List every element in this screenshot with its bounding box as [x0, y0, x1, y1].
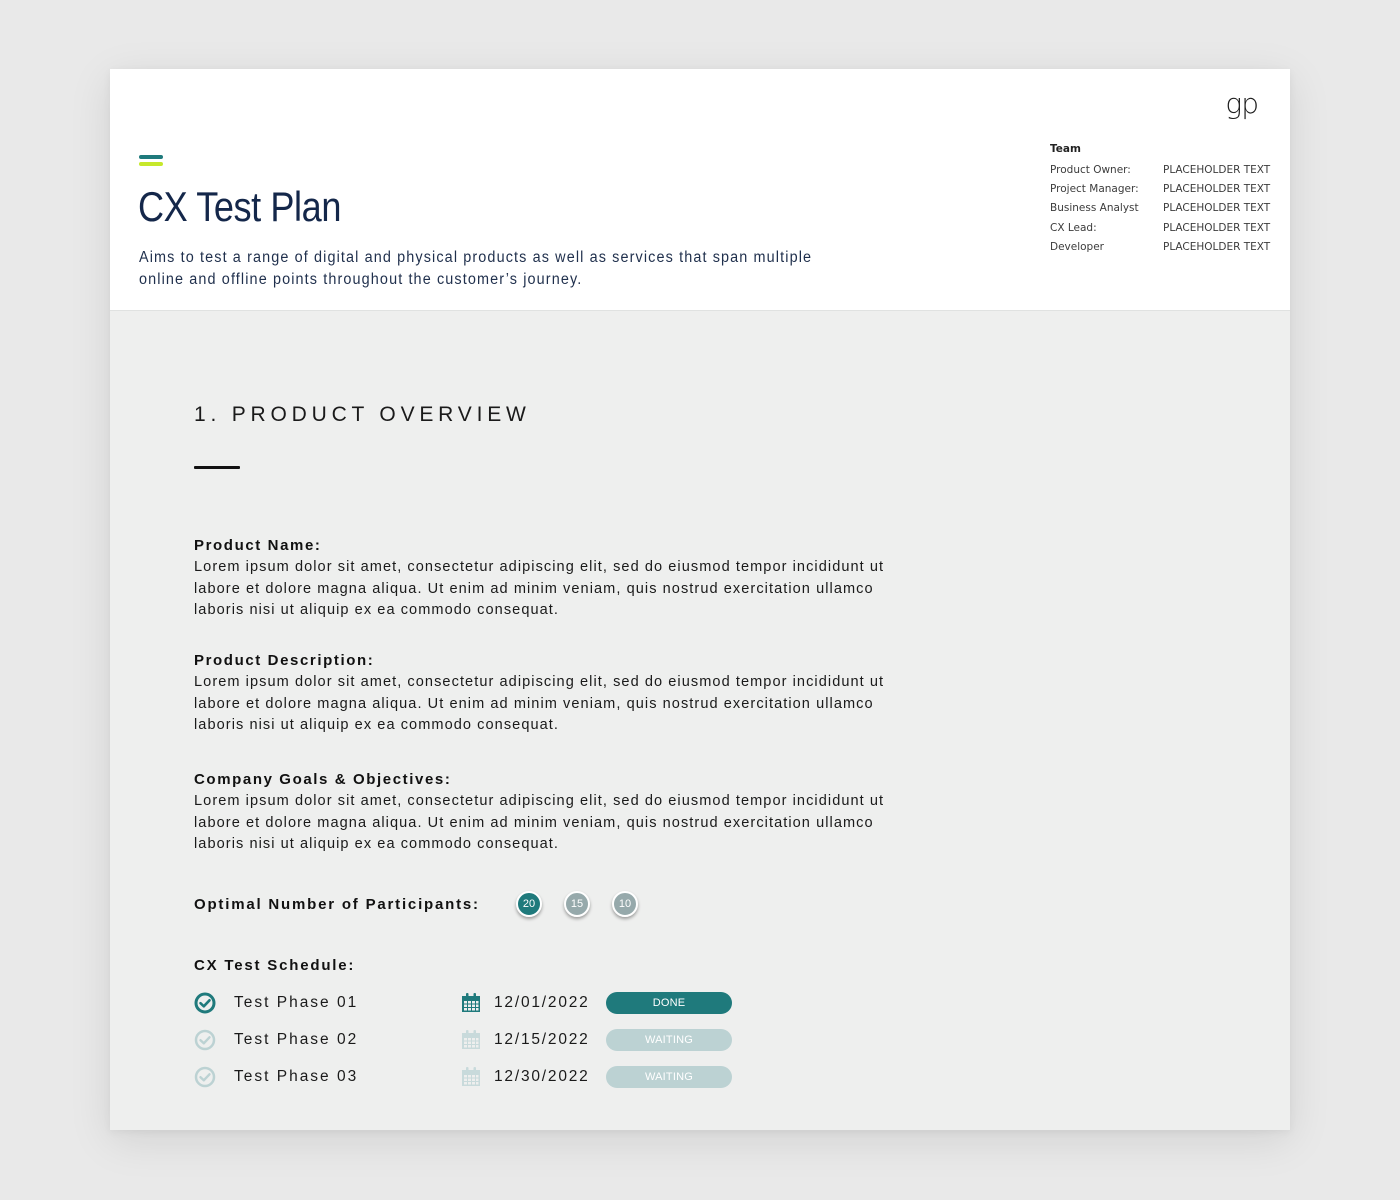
team-row: Developer PLACEHOLDER TEXT [1050, 237, 1280, 256]
team-role: Project Manager: [1050, 182, 1139, 195]
check-circle-icon[interactable] [194, 1029, 216, 1051]
page-title: CX Test Plan [138, 183, 341, 230]
participant-option-20[interactable]: 20 [516, 891, 542, 917]
calendar-icon [462, 1067, 480, 1086]
gp-logo: gp [1225, 87, 1259, 120]
team-row: CX Lead: PLACEHOLDER TEXT [1050, 218, 1280, 237]
phase-name: Test Phase 01 [234, 994, 359, 1011]
phase-name: Test Phase 03 [234, 1068, 359, 1085]
block-label: Product Description: [194, 652, 375, 669]
section-divider [194, 466, 240, 469]
team-panel: Team Product Owner: PLACEHOLDER TEXT Proj… [1050, 143, 1280, 256]
participant-option-15[interactable]: 15 [564, 891, 590, 917]
phase-date: 12/01/2022 [494, 994, 590, 1011]
schedule-row: Test Phase 03 12/30/2022 WAITING [194, 1065, 732, 1089]
team-role: Business Analyst [1050, 202, 1139, 215]
calendar-icon [462, 993, 480, 1012]
team-title: Team [1050, 143, 1081, 155]
team-value: PLACEHOLDER TEXT [1163, 202, 1271, 215]
schedule-row: Test Phase 01 12/01/2022 DONE [194, 991, 732, 1015]
company-goals-block: Company Goals & Objectives: Lorem ipsum … [194, 769, 914, 855]
check-circle-icon[interactable] [194, 1066, 216, 1088]
status-badge: DONE [606, 992, 732, 1014]
team-row: Business Analyst PLACEHOLDER TEXT [1050, 199, 1280, 218]
status-badge: WAITING [606, 1066, 732, 1088]
block-text: Lorem ipsum dolor sit amet, consectetur … [194, 558, 885, 618]
team-value: PLACEHOLDER TEXT [1163, 182, 1271, 195]
product-name-block: Product Name: Lorem ipsum dolor sit amet… [194, 535, 914, 621]
team-role: CX Lead: [1050, 221, 1097, 234]
team-value: PLACEHOLDER TEXT [1163, 163, 1271, 176]
block-text: Lorem ipsum dolor sit amet, consectetur … [194, 673, 885, 733]
page-subtitle: Aims to test a range of digital and phys… [139, 249, 813, 288]
participants-label: Optimal Number of Participants: [194, 895, 480, 913]
status-badge: WAITING [606, 1029, 732, 1051]
phase-date: 12/30/2022 [494, 1068, 590, 1085]
team-value: PLACEHOLDER TEXT [1163, 240, 1271, 253]
team-row: Project Manager: PLACEHOLDER TEXT [1050, 179, 1280, 198]
check-circle-icon[interactable] [194, 992, 216, 1014]
calendar-icon [462, 1030, 480, 1049]
page-header: gp CX Test Plan Aims to test a range of … [110, 69, 1290, 311]
block-text: Lorem ipsum dolor sit amet, consectetur … [194, 792, 885, 852]
schedule-row: Test Phase 02 12/15/2022 WAITING [194, 1028, 732, 1052]
block-label: Product Name: [194, 537, 322, 554]
team-value: PLACEHOLDER TEXT [1163, 221, 1271, 234]
participant-option-10[interactable]: 10 [612, 891, 638, 917]
block-label: Company Goals & Objectives: [194, 771, 452, 788]
team-role: Product Owner: [1050, 163, 1131, 176]
section-title: 1. PRODUCT OVERVIEW [194, 403, 531, 426]
schedule-title: CX Test Schedule: [194, 957, 356, 974]
team-role: Developer [1050, 240, 1105, 253]
phase-date: 12/15/2022 [494, 1031, 590, 1048]
participants-selector: Optimal Number of Participants: 20 15 10 [194, 891, 660, 917]
accent-bars-icon [139, 155, 163, 166]
phase-name: Test Phase 02 [234, 1031, 359, 1048]
product-description-block: Product Description: Lorem ipsum dolor s… [194, 650, 914, 736]
document-page: gp CX Test Plan Aims to test a range of … [110, 69, 1290, 1130]
team-row: Product Owner: PLACEHOLDER TEXT [1050, 160, 1280, 179]
